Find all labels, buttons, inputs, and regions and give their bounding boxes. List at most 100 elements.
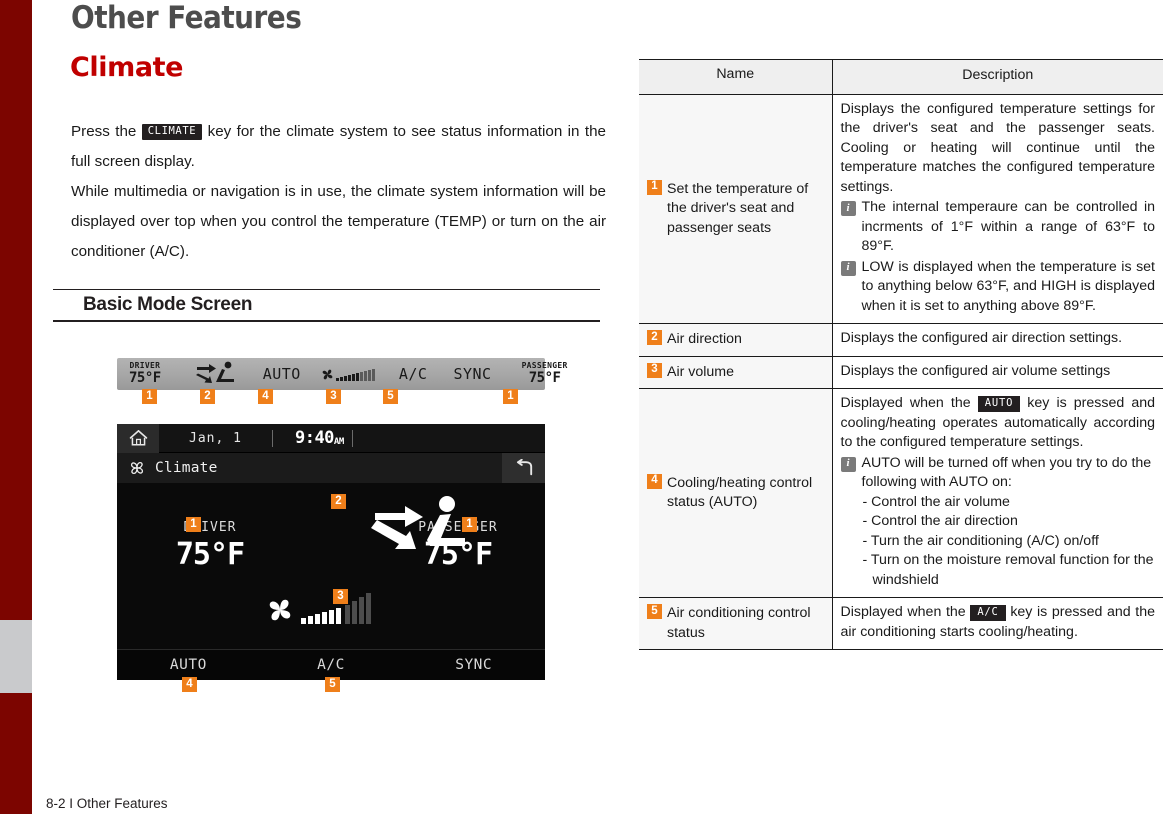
strip-driver-temp: DRIVER 75°F <box>129 360 161 387</box>
ac-keycap: A/C <box>970 605 1006 621</box>
row1-name: Set the temperature of the driver's seat… <box>667 180 809 236</box>
row4-info-1: i AUTO will be turned off when you try t… <box>840 454 1156 493</box>
basic-mode-section: Basic Mode Screen <box>53 289 600 322</box>
info-icon: i <box>840 456 856 472</box>
intro-text-part3: While multimedia or navigation is in use… <box>71 183 606 260</box>
table-row: 1 Set the temperature of the driver's se… <box>639 93 1163 324</box>
table-row: 5 Air conditioning control status Displa… <box>639 597 1163 650</box>
seat-airflow-icon[interactable] <box>369 495 473 554</box>
screen-driver-temp[interactable]: DRIVER 75°F <box>135 520 285 572</box>
strip-driver-label: DRIVER <box>129 360 161 370</box>
row4-desc-cell: Displayed when the AUTO key is pressed a… <box>832 388 1163 598</box>
row4-name-cell: 4 Cooling/heating control status (AUTO) <box>639 388 833 598</box>
climate-status-strip: DRIVER 75°F AUTO A/C SYNC PASSENGER 75°F <box>117 358 567 390</box>
row3-badge: 3 <box>647 362 662 378</box>
marker-1-passenger-screen: 1 <box>462 517 477 532</box>
list-item: - Control the air direction <box>862 513 1018 529</box>
statusbar-divider-2 <box>351 429 353 447</box>
strip-ac-label: A/C <box>398 365 428 383</box>
list-item: - Control the air volume <box>862 493 1010 510</box>
statusbar-divider-1 <box>271 429 273 447</box>
screen-time: 9:40AM <box>294 428 344 448</box>
page-title: Other Features <box>71 0 302 36</box>
seat-airflow-icon <box>195 361 241 388</box>
row4-bullet-list: - Control the air volume - Control the a… <box>841 493 1156 591</box>
marker-5-ac-screen: 5 <box>325 677 340 692</box>
intro-paragraph: Press the CLIMATE key for the climate sy… <box>71 117 606 267</box>
marker-1-driver-strip: 1 <box>142 389 157 404</box>
strip-driver-value: 75°F <box>129 369 161 386</box>
row4-desc-line: Displayed when the AUTO key is pressed a… <box>841 394 1156 453</box>
screen-driver-value: 75°F <box>175 537 245 572</box>
edge-tab-current-chapter <box>0 620 32 693</box>
edge-tab-lower <box>0 693 32 814</box>
table-row: 3 Air volume Displays the configured air… <box>639 355 1163 389</box>
screen-sync-button[interactable]: SYNC <box>402 657 545 673</box>
row2-badge: 2 <box>647 330 662 345</box>
edge-tab-upper <box>0 0 32 620</box>
climate-full-screen: Jan, 1 9:40AM Climate DRIVER 75°F PASSEN… <box>117 424 545 680</box>
row5-name: Air conditioning control status <box>667 605 811 641</box>
manual-page: Other Features Climate Press the CLIMATE… <box>0 0 1163 814</box>
row4-name: Cooling/heating control status (AUTO) <box>667 474 813 511</box>
strip-passenger-temp: PASSENGER 75°F <box>521 360 568 387</box>
marker-4-auto-strip: 4 <box>258 389 273 404</box>
row1-desc-cell: Displays the configured temperature sett… <box>832 93 1163 324</box>
strip-fan-bars-dim <box>359 368 375 381</box>
screen-fan-indicator[interactable] <box>265 593 371 624</box>
marker-3-fan-screen: 3 <box>333 589 348 604</box>
marker-2-seat-screen: 2 <box>331 494 346 509</box>
row2-desc-cell: Displays the configured air direction se… <box>832 323 1163 357</box>
marker-1-driver-screen: 1 <box>186 517 201 532</box>
fan-icon <box>269 599 291 621</box>
list-item: - Turn the air conditioning (A/C) on/off <box>862 532 1099 549</box>
home-button[interactable] <box>117 424 159 453</box>
section-title: Basic Mode Screen <box>83 294 253 315</box>
screen-date: Jan, 1 <box>189 430 242 446</box>
screen-ac-button[interactable]: A/C <box>260 657 403 673</box>
climate-keycap: CLIMATE <box>141 124 203 140</box>
feature-table: Name Description 1 Set the temperature o… <box>639 59 1163 650</box>
col-header-description: Description <box>832 59 1163 95</box>
back-button[interactable] <box>502 453 545 483</box>
screen-auto-button[interactable]: AUTO <box>117 657 260 673</box>
row5-desc-cell: Displayed when the A/C key is pressed an… <box>832 597 1163 650</box>
table-header-row: Name Description <box>639 59 1163 95</box>
info-icon: i <box>840 260 856 276</box>
screen-title: Climate <box>155 460 218 476</box>
screen-driver-label: DRIVER <box>183 520 237 535</box>
titlebar-left: Climate <box>117 459 218 477</box>
row3-name: Air volume <box>667 363 735 380</box>
strip-fan-icon <box>321 368 375 381</box>
row2-name: Air direction <box>667 331 742 347</box>
page-footer: 8-2 I Other Features <box>46 796 168 811</box>
back-arrow-icon <box>516 459 532 476</box>
strip-passenger-value: 75°F <box>528 369 561 386</box>
marker-1-passenger-strip: 1 <box>503 389 518 404</box>
row4-desc-pre: Displayed when the <box>840 395 971 411</box>
section-rule-bottom <box>53 320 600 322</box>
row5-badge: 5 <box>647 604 662 619</box>
section-heading-climate: Climate <box>70 52 184 83</box>
table-row: 4 Cooling/heating control status (AUTO) … <box>639 388 1163 598</box>
list-item: - Turn on the moisture removal function … <box>862 552 1154 588</box>
row1-name-cell: 1 Set the temperature of the driver's se… <box>639 93 833 324</box>
row1-info-text-2: LOW is displayed when the temperature is… <box>861 258 1156 314</box>
intro-text-part1: Press the <box>71 123 137 140</box>
col-header-name: Name <box>639 59 833 95</box>
row1-info-2: i LOW is displayed when the temperature … <box>840 258 1156 317</box>
info-icon: i <box>840 201 856 216</box>
strip-passenger-label: PASSENGER <box>521 360 568 370</box>
row1-info-text-1: The internal temperaure can be controlle… <box>861 199 1156 254</box>
table-row: 2 Air direction Displays the configured … <box>639 323 1163 357</box>
strip-fan-bars <box>335 368 359 381</box>
row4-badge: 4 <box>647 473 662 489</box>
row4-info-text-1: AUTO will be turned off when you try to … <box>861 454 1152 491</box>
row1-info-1: i The internal temperaure can be control… <box>840 198 1156 257</box>
marker-2-direction-strip: 2 <box>200 389 215 404</box>
row1-desc-main: Displays the configured temperature sett… <box>840 100 1156 195</box>
marker-4-auto-screen: 4 <box>182 677 197 692</box>
marker-5-ac-strip: 5 <box>383 389 398 404</box>
auto-keycap: AUTO <box>977 396 1021 412</box>
screen-footer-buttons: AUTO A/C SYNC <box>117 649 545 680</box>
